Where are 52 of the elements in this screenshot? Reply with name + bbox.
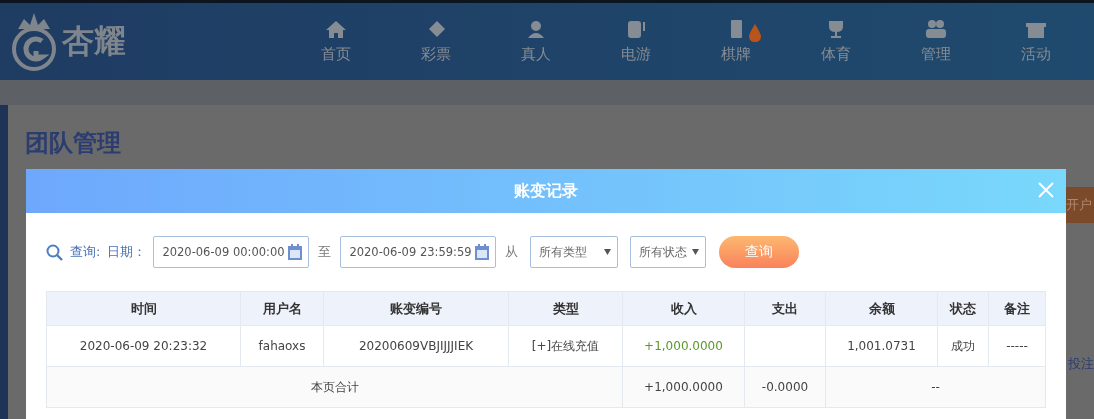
nav-item[interactable]: 彩票 (386, 19, 486, 64)
date-label: 日期： (107, 243, 147, 261)
calendar-icon (475, 244, 490, 260)
home-icon (325, 19, 347, 39)
table-cell: fahaoxs (241, 326, 324, 367)
dropdown-caret-icon (604, 249, 612, 255)
nav-item[interactable]: 棋牌 (686, 19, 786, 64)
start-date-field[interactable]: 2020-06-09 00:00:00 (153, 236, 310, 268)
column-header: 余额 (826, 292, 938, 326)
dropdown-caret-icon (692, 249, 700, 255)
page-title: 团队管理 (24, 128, 122, 159)
nav-item[interactable]: 管理 (886, 19, 986, 64)
column-header: 用户名 (241, 292, 324, 326)
type-select[interactable]: 所有类型 (530, 236, 619, 268)
table-cell: 本页合计 (47, 367, 623, 408)
table-cell: [+]在线充值 (509, 326, 623, 367)
from-label: 从 (505, 243, 519, 261)
table-cell: 1,001.0731 (826, 326, 938, 367)
to-label: 至 (318, 243, 332, 261)
search-icon (46, 243, 63, 261)
end-date-field[interactable]: 2020-06-09 23:59:59 (340, 236, 497, 268)
query-label: 查询: (70, 243, 101, 261)
column-header: 类型 (509, 292, 623, 326)
column-header: 状态 (938, 292, 989, 326)
logo-text: 杏耀 (62, 20, 126, 62)
nav-item[interactable]: 活动 (986, 19, 1086, 64)
table-cell: 成功 (938, 326, 989, 367)
nav-item[interactable]: 体育 (786, 19, 886, 64)
column-header: 备注 (989, 292, 1046, 326)
dialog-title: 账变记录 (514, 180, 578, 202)
calendar-icon (288, 244, 303, 260)
table-cell: ----- (989, 326, 1046, 367)
people-icon (925, 19, 947, 39)
nav-item[interactable]: 电游 (586, 19, 686, 64)
column-header: 支出 (745, 292, 826, 326)
slot-icon (625, 19, 647, 39)
bet-link[interactable]: 投注 (1068, 355, 1094, 373)
nav-item[interactable]: 真人 (486, 19, 586, 64)
nav-item[interactable]: 首页 (286, 19, 386, 64)
person-icon (525, 19, 547, 39)
table-cell: -0.0000 (745, 367, 826, 408)
table-cell: +1,000.0000 (623, 326, 745, 367)
table-cell: -- (826, 367, 1046, 408)
close-icon[interactable] (1038, 182, 1054, 198)
table-cell: +1,000.0000 (623, 367, 745, 408)
query-button[interactable]: 查询 (719, 236, 800, 268)
column-header: 账变编号 (324, 292, 509, 326)
table-cell: 20200609VBJIJJJIEK (324, 326, 509, 367)
column-header: 时间 (47, 292, 241, 326)
status-select[interactable]: 所有状态 (630, 236, 707, 268)
table-cell: 2020-06-09 20:23:32 (47, 326, 241, 367)
column-header: 收入 (623, 292, 745, 326)
